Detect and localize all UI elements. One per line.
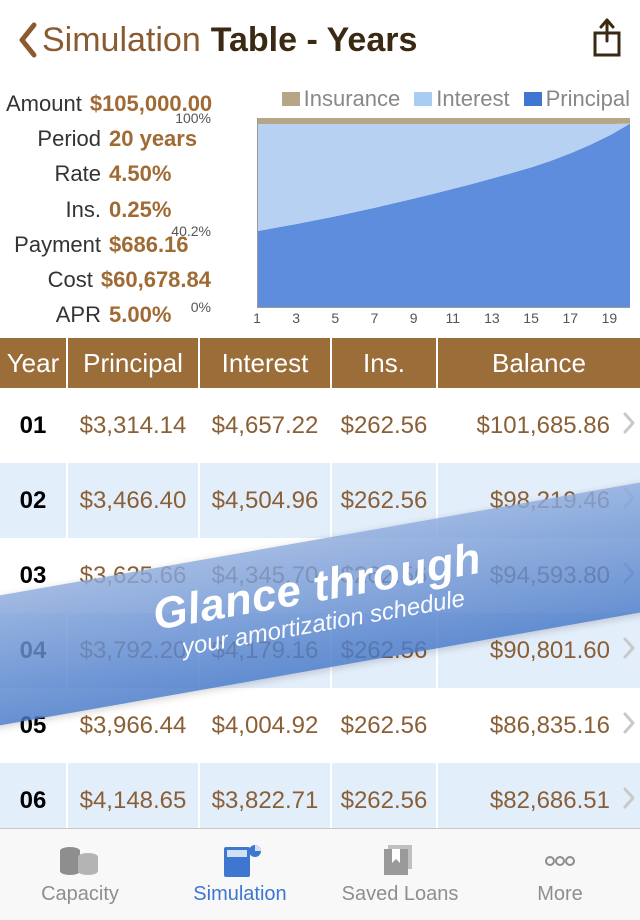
page-title: Table - Years xyxy=(211,21,418,60)
cell-balance: $82,686.51 xyxy=(438,763,640,828)
cell-interest: $4,504.96 xyxy=(200,463,332,538)
y-tick-label: 100% xyxy=(169,110,211,126)
th-balance: Balance xyxy=(438,338,640,388)
table-row[interactable]: 01$3,314.14$4,657.22$262.56$101,685.86 xyxy=(0,388,640,463)
cell-balance: $101,685.86 xyxy=(438,388,640,463)
table-header: Year Principal Interest Ins. Balance xyxy=(0,338,640,388)
x-tick-label: 19 xyxy=(602,310,618,326)
share-icon xyxy=(590,17,624,59)
tab-saved-label: Saved Loans xyxy=(342,883,459,906)
th-ins: Ins. xyxy=(332,338,438,388)
cell-interest: $3,822.71 xyxy=(200,763,332,828)
legend-swatch-insurance xyxy=(282,92,300,106)
chevron-right-icon xyxy=(622,410,636,442)
legend-swatch-principal xyxy=(524,92,542,106)
tab-simulation-label: Simulation xyxy=(193,883,286,906)
y-tick-label: 0% xyxy=(169,299,211,315)
cost-label: Cost xyxy=(6,262,93,297)
rate-value: 4.50% xyxy=(109,156,171,191)
th-principal: Principal xyxy=(68,338,200,388)
cell-ins: $262.56 xyxy=(332,688,438,763)
more-icon xyxy=(538,843,582,879)
chart-plot xyxy=(257,118,630,308)
chart-legend: Insurance Interest Principal xyxy=(211,86,630,118)
tab-capacity[interactable]: Capacity xyxy=(0,829,160,920)
tab-bar: Capacity Simulation Saved Loans xyxy=(0,828,640,920)
cell-year: 06 xyxy=(0,763,68,828)
amount-label: Amount xyxy=(6,86,82,121)
legend-insurance: Insurance xyxy=(304,86,401,112)
ins-value: 0.25% xyxy=(109,192,171,227)
ins-label: Ins. xyxy=(6,192,101,227)
summary-section: Amount$105,000.00 Period20 years Rate4.5… xyxy=(0,80,640,338)
x-tick-label: 7 xyxy=(371,310,379,326)
tab-more-label: More xyxy=(537,883,583,906)
x-tick-label: 5 xyxy=(331,310,339,326)
x-tick-label: 15 xyxy=(523,310,539,326)
x-tick-label: 1 xyxy=(253,310,261,326)
apr-value: 5.00% xyxy=(109,297,171,332)
back-label: Simulation xyxy=(42,21,201,60)
payment-label: Payment xyxy=(6,227,101,262)
x-tick-label: 13 xyxy=(484,310,500,326)
period-value: 20 years xyxy=(109,121,197,156)
legend-swatch-interest xyxy=(414,92,432,106)
share-button[interactable] xyxy=(590,17,624,64)
cell-interest: $4,657.22 xyxy=(200,388,332,463)
tab-capacity-label: Capacity xyxy=(41,883,119,906)
x-tick-label: 11 xyxy=(446,310,461,326)
cell-ins: $262.56 xyxy=(332,763,438,828)
period-label: Period xyxy=(6,121,101,156)
back-button[interactable]: Simulation xyxy=(16,21,201,60)
cost-value: $60,678.84 xyxy=(101,262,211,297)
rate-label: Rate xyxy=(6,156,101,191)
th-year: Year xyxy=(0,338,68,388)
chevron-right-icon xyxy=(622,710,636,742)
cell-year: 02 xyxy=(0,463,68,538)
legend-principal: Principal xyxy=(546,86,630,112)
cell-principal: $4,148.65 xyxy=(68,763,200,828)
chart-x-labels: 135791113151719 xyxy=(257,310,630,328)
navbar: Simulation Table - Years xyxy=(0,0,640,80)
chevron-left-icon xyxy=(16,21,38,59)
chevron-right-icon xyxy=(622,635,636,667)
x-tick-label: 17 xyxy=(562,310,578,326)
tab-saved-loans[interactable]: Saved Loans xyxy=(320,829,480,920)
table-row[interactable]: 06$4,148.65$3,822.71$262.56$82,686.51 xyxy=(0,763,640,828)
tab-simulation[interactable]: Simulation xyxy=(160,829,320,920)
composition-chart: Insurance Interest Principal 0%40.2%100%… xyxy=(211,86,630,332)
bookmark-stack-icon xyxy=(378,843,422,879)
th-interest: Interest xyxy=(200,338,332,388)
chevron-right-icon xyxy=(622,785,636,817)
calculator-icon xyxy=(218,843,262,879)
cell-interest: $4,004.92 xyxy=(200,688,332,763)
cell-ins: $262.56 xyxy=(332,388,438,463)
apr-label: APR xyxy=(6,297,101,332)
tab-more[interactable]: More xyxy=(480,829,640,920)
y-tick-label: 40.2% xyxy=(169,223,211,239)
cell-year: 01 xyxy=(0,388,68,463)
cell-balance: $86,835.16 xyxy=(438,688,640,763)
coins-icon xyxy=(58,843,102,879)
x-tick-label: 9 xyxy=(410,310,418,326)
cell-principal: $3,314.14 xyxy=(68,388,200,463)
legend-interest: Interest xyxy=(436,86,509,112)
cell-principal: $3,466.40 xyxy=(68,463,200,538)
x-tick-label: 3 xyxy=(292,310,300,326)
